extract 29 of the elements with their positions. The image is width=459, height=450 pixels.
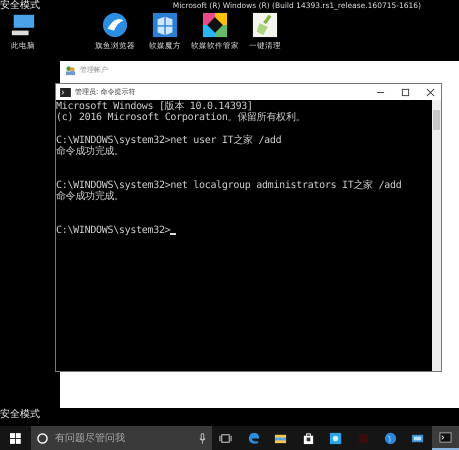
colorful-square-icon[interactable] [202,12,228,38]
maximize-button[interactable] [401,88,410,96]
computer-icon[interactable] [10,12,36,38]
taskbar-app[interactable] [432,426,459,450]
console-icon[interactable] [438,430,452,444]
broom-icon[interactable] [252,12,278,38]
cortana-circle-icon [36,432,48,444]
console-line: 命令成功完成。 [56,146,124,158]
globe-icon[interactable] [384,432,397,444]
app-icon[interactable] [329,432,342,444]
grid-icon[interactable] [152,12,178,38]
edge-icon[interactable] [246,432,260,444]
console-line: C:\WINDOWS\system32> [56,225,170,237]
console-icon [60,88,71,96]
microphone-icon[interactable] [199,432,206,444]
console-line: (c) 2016 Microsoft Corporation。保留所有权利。 [56,112,306,124]
close-button[interactable] [426,88,435,96]
console-line: Microsoft Windows [版本 10.0.14393] [56,101,253,112]
safe-mode-label: 安全模式 [0,409,41,421]
console-line: C:\WINDOWS\system32>net localgroup administrators IT之家 /add [56,180,402,192]
search-input[interactable]: 有问题尽管问我 [52,432,194,444]
scrollbar[interactable] [432,100,441,371]
task-view-icon[interactable] [219,432,232,444]
windows-start-icon[interactable] [10,432,21,444]
search-field[interactable]: 有问题尽管问我 [30,426,212,450]
shopping-bag-icon[interactable] [302,432,315,444]
console-line: C:\WINDOWS\system32>net user IT之家 /add [56,134,282,146]
console-line: 命令成功完成。 [56,191,124,203]
users-icon [65,64,76,76]
